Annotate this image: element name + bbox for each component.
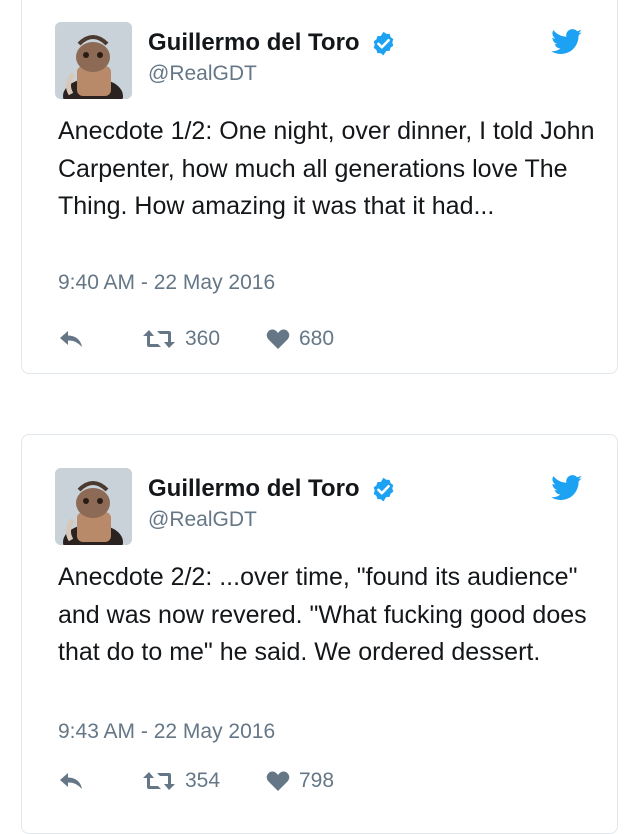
avatar[interactable] bbox=[55, 468, 132, 545]
avatar[interactable] bbox=[55, 22, 132, 99]
tweet-actions: 360 680 bbox=[58, 324, 558, 354]
verified-badge-icon bbox=[373, 477, 393, 501]
author-name-text: Guillermo del Toro bbox=[148, 29, 360, 56]
heart-icon bbox=[266, 771, 290, 791]
author-name[interactable]: Guillermo del Toro bbox=[148, 475, 397, 503]
avatar-image bbox=[55, 22, 132, 99]
like-count: 680 bbox=[299, 327, 335, 350]
reply-button[interactable] bbox=[58, 766, 84, 796]
author-name[interactable]: Guillermo del Toro bbox=[148, 29, 397, 57]
retweet-button[interactable]: 360 bbox=[142, 324, 220, 354]
twitter-bird-icon[interactable] bbox=[551, 475, 583, 501]
reply-button[interactable] bbox=[58, 324, 84, 354]
retweet-count: 354 bbox=[185, 769, 221, 792]
author-handle[interactable]: @RealGDT bbox=[148, 62, 257, 86]
tweet-timestamp[interactable]: 9:43 AM - 22 May 2016 bbox=[58, 720, 275, 744]
retweet-button[interactable]: 354 bbox=[142, 766, 220, 796]
author-handle[interactable]: @RealGDT bbox=[148, 508, 257, 532]
tweet-timestamp[interactable]: 9:40 AM - 22 May 2016 bbox=[58, 271, 275, 295]
like-button[interactable]: 680 bbox=[266, 324, 334, 354]
avatar-image bbox=[55, 468, 132, 545]
retweet-icon bbox=[143, 330, 175, 348]
reply-icon bbox=[60, 773, 82, 789]
twitter-bird-icon[interactable] bbox=[551, 29, 583, 55]
tweet-card[interactable]: Guillermo del Toro @RealGDT Anecdote 1/2… bbox=[21, 0, 618, 374]
tweet-text: Anecdote 1/2: One night, over dinner, I … bbox=[58, 117, 595, 220]
author-name-text: Guillermo del Toro bbox=[148, 475, 360, 502]
tweet-card[interactable]: Guillermo del Toro @RealGDT Anecdote 2/2… bbox=[21, 434, 618, 834]
heart-icon bbox=[266, 329, 290, 349]
verified-badge-icon bbox=[373, 31, 393, 55]
reply-icon bbox=[60, 331, 82, 347]
tweet-text: Anecdote 2/2: ...over time, "found its a… bbox=[58, 563, 587, 666]
like-button[interactable]: 798 bbox=[266, 766, 334, 796]
tweet-actions: 354 798 bbox=[58, 766, 558, 796]
retweet-count: 360 bbox=[185, 327, 221, 350]
like-count: 798 bbox=[299, 769, 335, 792]
retweet-icon bbox=[143, 772, 175, 790]
